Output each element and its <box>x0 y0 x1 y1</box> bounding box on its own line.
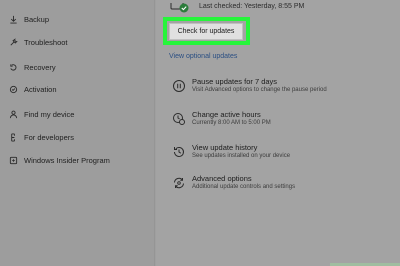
windows-update-pane: Last checked: Yesterday, 8:55 PM Check f… <box>156 0 400 266</box>
option-subtitle: Additional update controls and settings <box>192 184 296 190</box>
settings-window: Backup Troubleshoot Recovery Activation … <box>0 0 400 266</box>
settings-sync-icon <box>172 176 186 190</box>
sidebar-item-label: Find my device <box>24 109 75 119</box>
wrench-icon <box>8 37 18 47</box>
option-subtitle: Visit Advanced options to change the pau… <box>192 87 327 93</box>
update-status-icon <box>170 0 190 13</box>
view-optional-updates-link[interactable]: View optional updates <box>169 53 237 60</box>
pause-updates-option[interactable]: Pause updates for 7 days Visit Advanced … <box>170 77 390 99</box>
sidebar-item-label: Recovery <box>24 62 56 72</box>
developer-icon <box>8 132 18 142</box>
backup-icon <box>8 14 18 24</box>
sidebar-item-windows-insider[interactable]: Windows Insider Program <box>0 150 155 170</box>
sidebar-item-recovery[interactable]: Recovery <box>0 57 155 77</box>
sidebar-item-backup[interactable]: Backup <box>0 9 155 29</box>
option-title: Pause updates for 7 days <box>192 77 278 86</box>
sidebar-item-activation[interactable]: Activation <box>0 79 155 99</box>
advanced-options-option[interactable]: Advanced options Additional update contr… <box>170 174 390 196</box>
option-subtitle: See updates installed on your device <box>192 153 291 159</box>
sidebar-item-label: Backup <box>24 14 50 24</box>
clock-icon <box>172 112 186 126</box>
check-for-updates-button[interactable]: Check for updates <box>169 23 243 40</box>
history-icon <box>172 145 186 159</box>
pause-icon <box>172 79 186 93</box>
active-hours-option[interactable]: Change active hours Currently 8:00 AM to… <box>170 110 390 132</box>
option-subtitle: Currently 8:00 AM to 5:00 PM <box>192 120 271 126</box>
sidebar-item-find-my-device[interactable]: Find my device <box>0 104 155 124</box>
sidebar-item-label: For developers <box>24 132 75 142</box>
sidebar-item-for-developers[interactable]: For developers <box>0 127 155 147</box>
option-title: Change active hours <box>192 110 261 119</box>
sidebar-item-label: Troubleshoot <box>24 37 68 47</box>
insider-icon <box>8 155 18 165</box>
option-title: Advanced options <box>192 174 252 183</box>
person-icon <box>8 109 18 119</box>
sidebar: Backup Troubleshoot Recovery Activation … <box>0 0 155 266</box>
activation-icon <box>8 84 18 94</box>
sidebar-item-label: Windows Insider Program <box>24 155 110 165</box>
sidebar-item-label: Activation <box>24 84 57 94</box>
sidebar-item-troubleshoot[interactable]: Troubleshoot <box>0 32 155 52</box>
recovery-icon <box>8 62 18 72</box>
option-title: View update history <box>192 143 258 152</box>
last-checked-text: Last checked: Yesterday, 8:55 PM <box>199 3 305 10</box>
update-history-option[interactable]: View update history See updates installe… <box>170 143 390 165</box>
